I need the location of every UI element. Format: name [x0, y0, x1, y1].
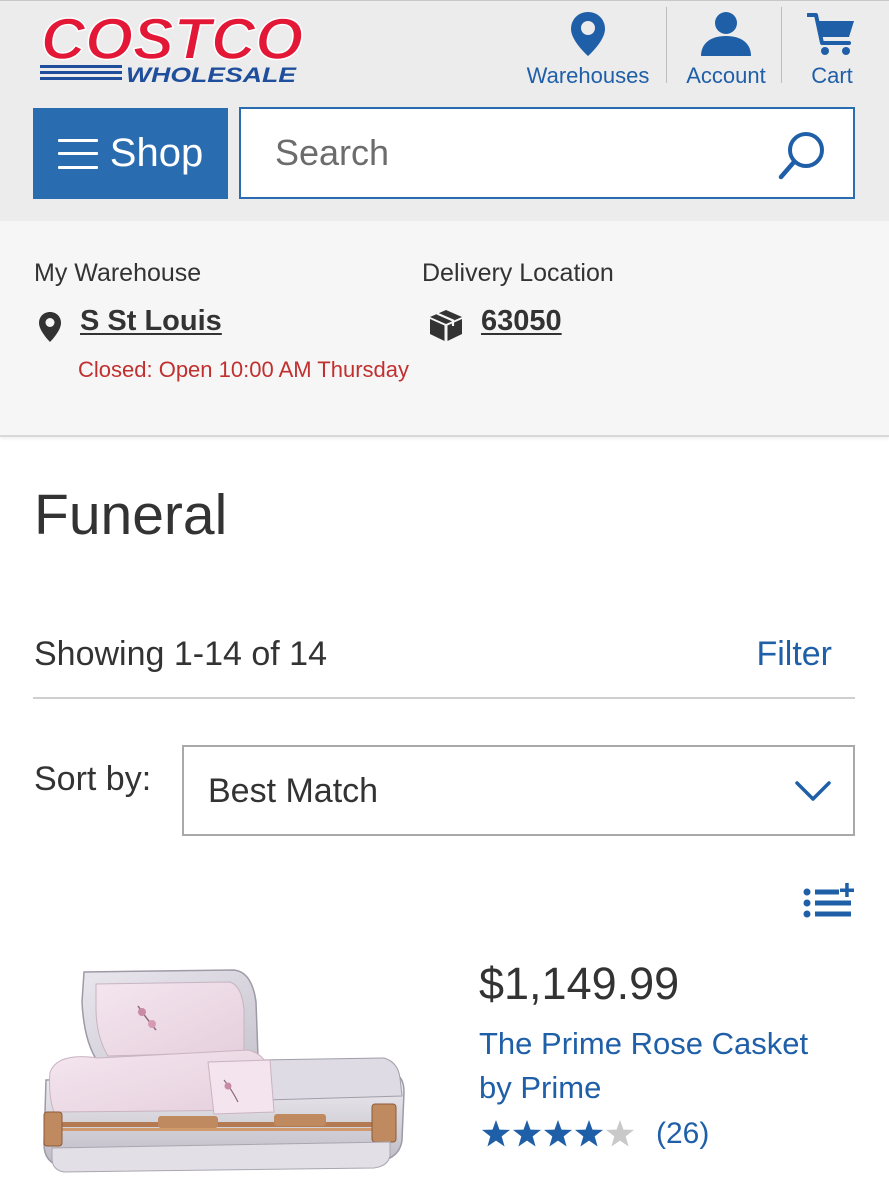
list-view-toggle-icon[interactable] — [802, 882, 856, 920]
delivery-zip-link[interactable]: 63050 — [481, 305, 562, 338]
sort-select[interactable]: Best Match — [182, 745, 855, 836]
site-header: COSTCO WHOLESALE Warehouses Account Cart… — [0, 0, 889, 221]
nav-warehouses-label: Warehouses — [526, 63, 650, 88]
search-icon[interactable] — [777, 129, 827, 181]
star-icon — [544, 1120, 572, 1147]
product-price: $1,149.99 — [479, 958, 680, 1009]
search-input[interactable] — [275, 131, 755, 175]
search-bar — [239, 107, 855, 199]
costco-logo[interactable]: COSTCO WHOLESALE — [36, 7, 308, 87]
user-icon — [701, 12, 751, 56]
review-count-link[interactable]: (26) — [656, 1117, 709, 1151]
location-panel: My Warehouse S St Louis Closed: Open 10:… — [0, 221, 889, 437]
map-pin-icon — [39, 312, 61, 342]
warehouse-label: My Warehouse — [34, 259, 202, 287]
page-title: Funeral — [34, 483, 228, 547]
nav-account-label: Account — [686, 63, 766, 88]
sort-label: Sort by: — [34, 760, 152, 798]
product-title-link[interactable]: The Prime Rose Casket by Prime — [479, 1022, 849, 1110]
nav-account[interactable]: Account — [680, 9, 772, 89]
nav-divider — [666, 7, 667, 83]
cart-icon — [807, 13, 854, 55]
package-icon — [430, 310, 462, 341]
star-icon — [575, 1120, 603, 1147]
delivery-label: Delivery Location — [422, 259, 614, 287]
results-count: Showing 1-14 of 14 — [34, 635, 327, 673]
nav-divider — [781, 7, 782, 83]
filter-link[interactable]: Filter — [756, 635, 832, 674]
star-icon — [513, 1120, 541, 1147]
shop-label: Shop — [109, 131, 204, 175]
map-pin-icon — [571, 12, 605, 56]
nav-warehouses[interactable]: Warehouses — [522, 9, 654, 89]
nav-cart-label: Cart — [811, 63, 853, 88]
nav-cart[interactable]: Cart — [796, 9, 868, 89]
product-image-casket[interactable] — [38, 962, 408, 1180]
warehouse-link[interactable]: S St Louis — [80, 305, 222, 338]
rating-stars — [482, 1120, 634, 1147]
shop-menu-button[interactable]: Shop — [33, 108, 228, 199]
star-empty-icon — [606, 1120, 634, 1147]
chevron-down-icon — [795, 781, 831, 801]
divider — [33, 697, 855, 699]
star-icon — [482, 1120, 510, 1147]
hamburger-icon — [57, 138, 98, 169]
logo-text-top: COSTCO — [41, 7, 303, 72]
sort-selected-value: Best Match — [208, 772, 379, 810]
logo-text-bottom: WHOLESALE — [126, 64, 297, 87]
warehouse-status: Closed: Open 10:00 AM Thursday — [78, 357, 410, 382]
